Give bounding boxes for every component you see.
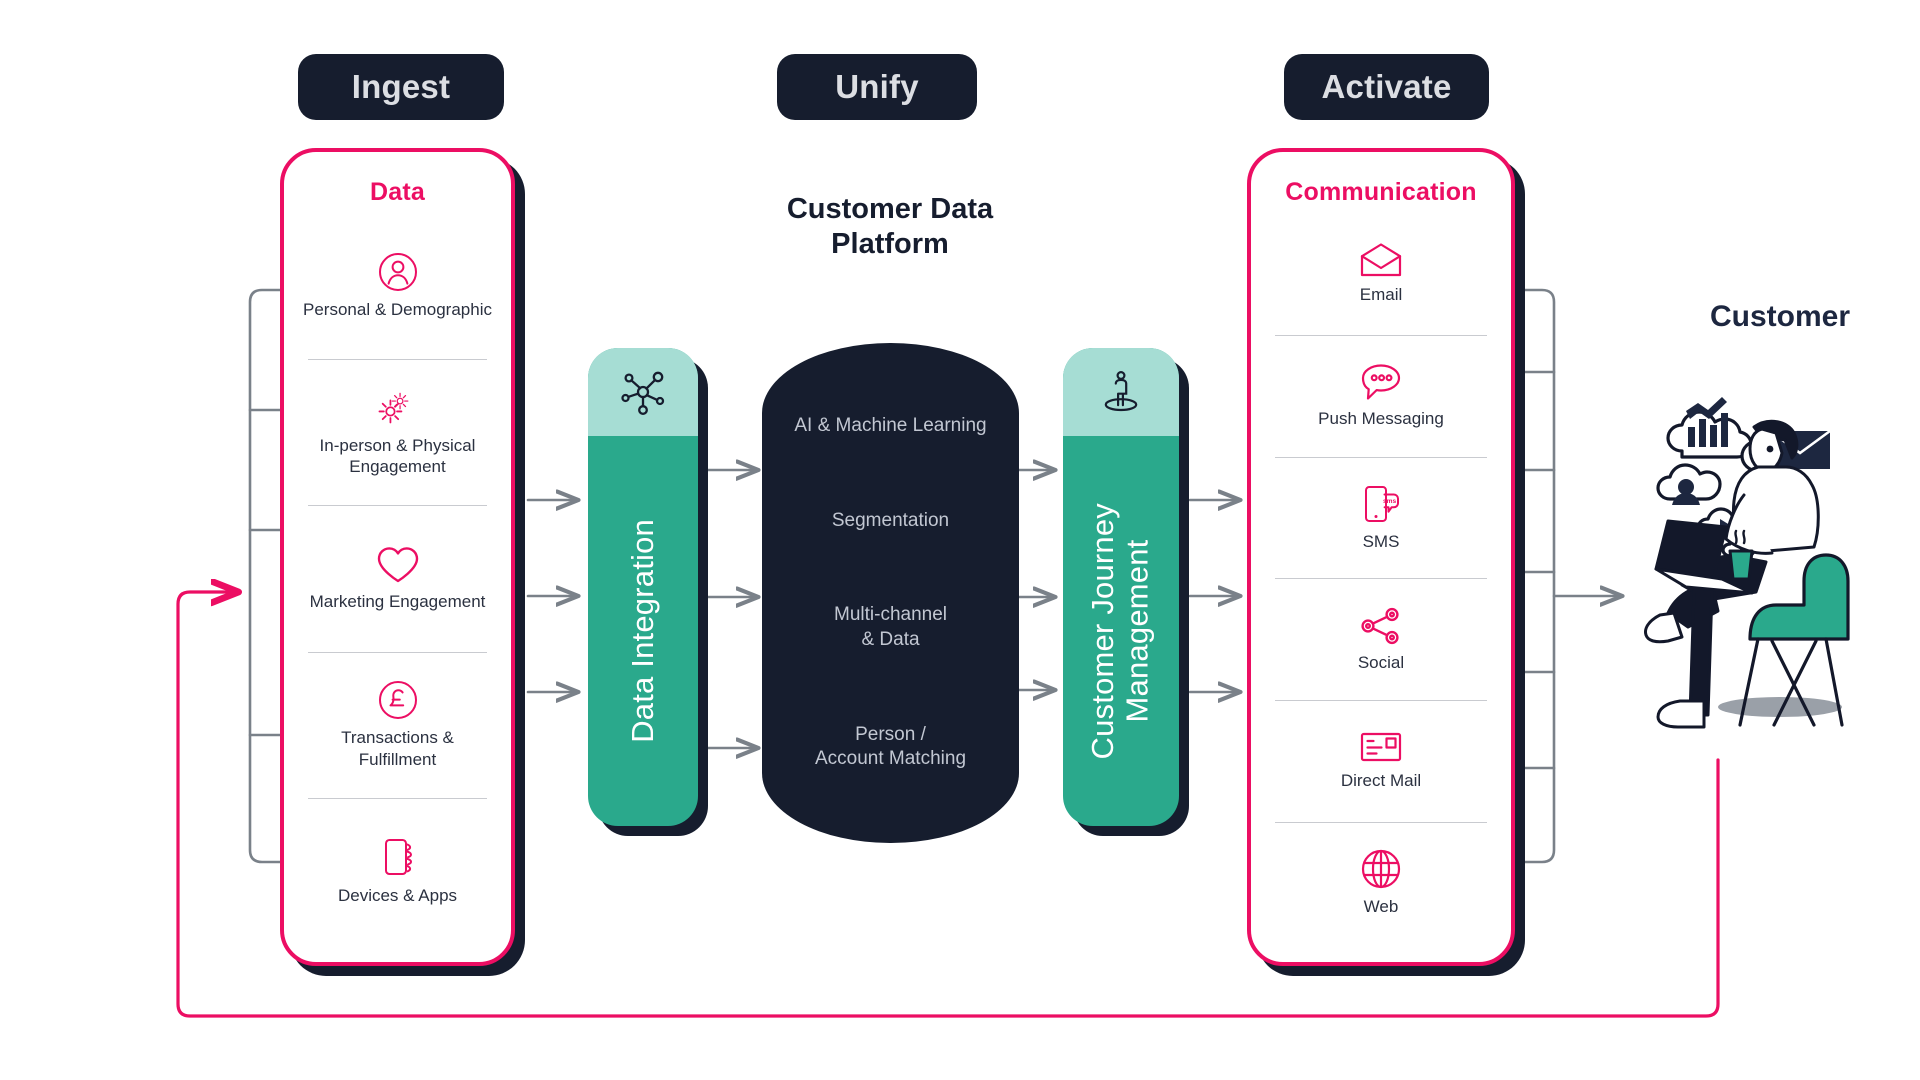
data-item-label: Personal & Demographic — [303, 300, 492, 320]
communication-item-label: Direct Mail — [1340, 771, 1422, 791]
person-head — [1678, 479, 1694, 495]
chat-bubble-dots-icon — [1359, 362, 1403, 402]
shoe-front — [1656, 699, 1706, 729]
person-in-chair-with-laptop-illustration — [1630, 355, 1920, 755]
communication-item-web[interactable]: Web — [1269, 822, 1493, 944]
person-spotlight-icon — [1094, 365, 1148, 419]
communication-item-label: Social — [1357, 652, 1405, 672]
share-nodes-icon — [1359, 606, 1403, 646]
customer-journey-management-card[interactable]: Customer Journey Management — [1063, 348, 1179, 826]
bar-1 — [1688, 427, 1695, 447]
data-integration-card[interactable]: Data Integration — [588, 348, 698, 826]
communication-item-email[interactable]: Email — [1269, 213, 1493, 335]
lower-leg — [1688, 589, 1714, 717]
customer-data-platform-cylinder: AI & Machine Learning Segmentation Multi… — [762, 343, 1019, 843]
communication-item-direct-mail[interactable]: Direct Mail — [1269, 700, 1493, 822]
globe-icon — [1360, 848, 1402, 890]
communication-item-label: Email — [1359, 285, 1403, 305]
person-circle-icon — [377, 251, 419, 293]
diagram-canvas: Ingest Unify Activate Data Personal & De… — [0, 0, 1920, 1080]
communication-panel-title: Communication — [1285, 178, 1477, 206]
cdp-item-person-account-matching: Person / Account Matching — [814, 723, 967, 770]
shoe-back — [1644, 611, 1684, 644]
communication-item-sms[interactable]: sms SMS — [1269, 456, 1493, 579]
stage-pill-activate[interactable]: Activate — [1284, 54, 1489, 120]
data-item-label: Devices & Apps — [337, 886, 458, 906]
communication-item-label: Web — [1363, 897, 1399, 917]
stage-pill-ingest-label: Ingest — [351, 68, 451, 105]
stage-pill-unify-label: Unify — [835, 68, 919, 105]
communication-panel-list: Email Push Messaging sms SMS Social Dire… — [1269, 213, 1493, 944]
communication-item-push-messaging[interactable]: Push Messaging — [1269, 334, 1493, 457]
stage-pill-activate-label: Activate — [1321, 68, 1452, 105]
customer-title: Customer — [1709, 300, 1851, 333]
data-item-personal-demographic[interactable]: Personal & Demographic — [302, 213, 493, 359]
direct-mail-icon — [1359, 730, 1403, 764]
communication-item-label: Push Messaging — [1318, 408, 1444, 428]
data-panel: Data Personal & Demographic In-person & … — [280, 148, 515, 966]
customer-journey-card-header — [1063, 348, 1179, 436]
communication-panel: Communication Email Push Messaging sms S… — [1247, 148, 1515, 966]
data-panel-list: Personal & Demographic In-person & Physi… — [302, 213, 493, 944]
laptop-screen — [1654, 519, 1728, 579]
data-integration-card-header — [588, 348, 698, 436]
right-bracket — [1516, 288, 1556, 864]
bar-2 — [1699, 419, 1706, 447]
eye — [1766, 445, 1774, 453]
cdp-item-ai-machine-learning: AI & Machine Learning — [794, 414, 987, 436]
trend-arrow — [1686, 397, 1727, 419]
customer-journey-card-body: Customer Journey Management — [1063, 436, 1179, 826]
stage-pill-ingest[interactable]: Ingest — [298, 54, 504, 120]
data-item-label: In-person & Physical Engagement — [319, 435, 476, 477]
data-integration-label: Data Integration — [624, 519, 660, 743]
sms-phone-icon: sms — [1360, 483, 1402, 525]
envelope-open-icon — [1359, 242, 1403, 278]
face — [1748, 427, 1784, 473]
data-item-label: Marketing Engagement — [309, 591, 486, 611]
communication-item-social[interactable]: Social — [1269, 578, 1493, 700]
svg-text:sms: sms — [1383, 498, 1397, 505]
devices-apps-icon — [377, 835, 419, 879]
cdp-item-segmentation: Segmentation — [831, 509, 950, 531]
heart-icon — [376, 545, 420, 585]
customer-journey-label: Customer Journey Management — [1085, 502, 1155, 760]
data-panel-title: Data — [370, 178, 425, 206]
network-nodes-icon — [616, 365, 670, 419]
bar-4 — [1721, 413, 1728, 447]
pound-circle-icon — [377, 679, 419, 721]
data-item-in-person-physical[interactable]: In-person & Physical Engagement — [302, 359, 493, 505]
data-item-transactions-fulfillment[interactable]: Transactions & Fulfillment — [302, 651, 493, 798]
bar-3 — [1710, 425, 1717, 447]
data-item-devices-apps[interactable]: Devices & Apps — [302, 797, 493, 944]
data-integration-card-body: Data Integration — [588, 436, 698, 826]
cdp-item-multi-channel-data: Multi-channel & Data — [834, 604, 947, 650]
communication-item-label: SMS — [1362, 531, 1400, 551]
data-item-marketing-engagement[interactable]: Marketing Engagement — [302, 505, 493, 651]
cdp-title: Customer Data Platform — [786, 193, 994, 260]
gears-icon — [376, 387, 420, 429]
coffee-cup — [1728, 549, 1754, 581]
cloud-analytics — [1666, 410, 1753, 459]
stage-pill-unify[interactable]: Unify — [777, 54, 977, 120]
data-item-label: Transactions & Fulfillment — [341, 727, 454, 769]
